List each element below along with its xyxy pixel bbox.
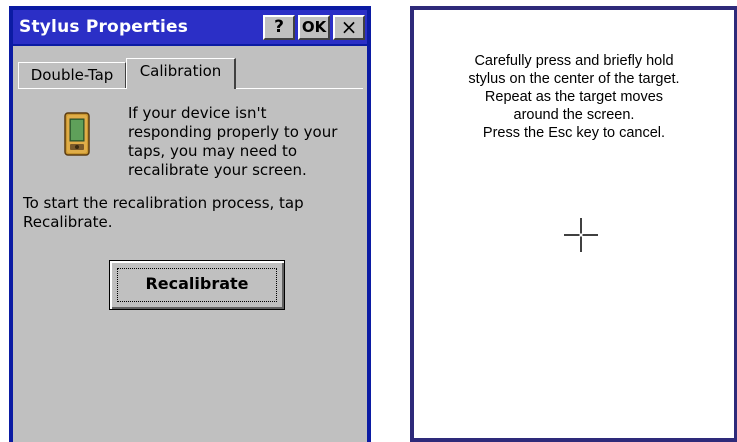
help-button[interactable]: ? — [263, 15, 295, 40]
info-text: If your device isn't responding properly… — [128, 104, 338, 179]
calibration-screen: Carefully press and briefly hold stylus … — [410, 6, 737, 442]
calibration-canvas: Carefully press and briefly hold stylus … — [414, 10, 734, 438]
calibration-instructions: Carefully press and briefly hold stylus … — [468, 53, 680, 141]
stylus-properties-dialog: Stylus Properties ? OK × Double-Tap Cali… — [9, 6, 371, 442]
instruction-text: To start the recalibration process, tap … — [23, 194, 304, 231]
recalibrate-label: Recalibrate — [145, 274, 249, 293]
close-button[interactable]: × — [333, 15, 365, 40]
handheld-device-icon — [64, 112, 90, 156]
ok-button[interactable]: OK — [298, 15, 330, 40]
dialog-title: Stylus Properties — [19, 17, 189, 37]
crosshair-target-icon[interactable] — [564, 218, 598, 252]
tab-calibration[interactable]: Calibration — [126, 58, 236, 89]
tab-double-tap[interactable]: Double-Tap — [18, 62, 126, 88]
dialog-client-area: Double-Tap Calibration If your device is… — [13, 46, 367, 442]
title-bar: Stylus Properties ? OK × — [13, 10, 367, 44]
recalibrate-button[interactable]: Recalibrate — [109, 260, 285, 310]
